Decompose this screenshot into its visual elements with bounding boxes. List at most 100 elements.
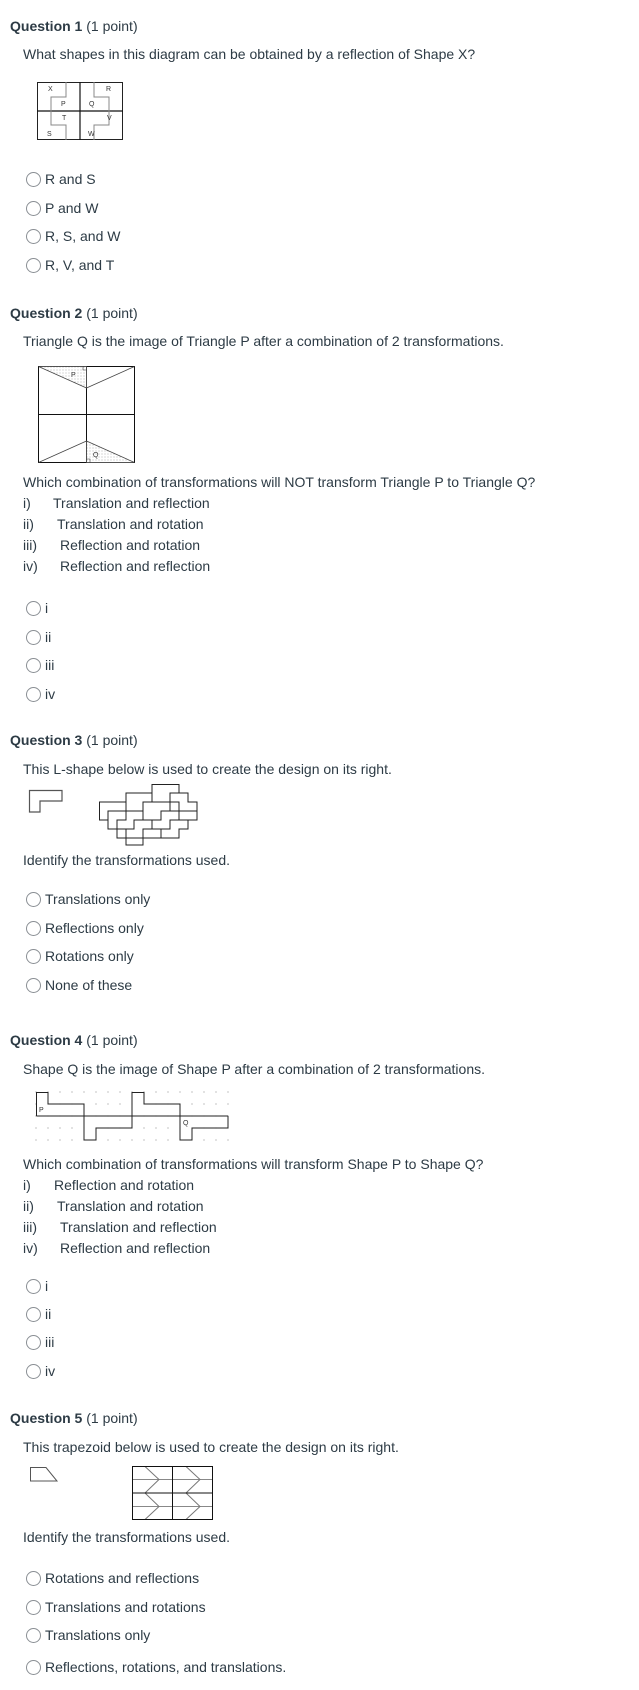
answer-option[interactable]: Reflections only	[26, 918, 144, 938]
choice-text: Translation and rotation	[57, 1198, 204, 1214]
question-title: Question 4 (1 point)	[10, 1032, 138, 1048]
radio-button[interactable]	[26, 1334, 41, 1350]
radio-button[interactable]	[26, 891, 41, 907]
question-points: (1 point)	[86, 1032, 138, 1048]
radio-button[interactable]	[26, 920, 41, 936]
grid-dot	[179, 1091, 181, 1093]
choice-number: iii)	[23, 537, 37, 553]
choice-number: ii)	[23, 516, 34, 532]
answer-option[interactable]: i	[26, 1276, 48, 1296]
question-points: (1 point)	[86, 305, 138, 321]
answer-option[interactable]: i	[26, 598, 48, 618]
answer-option[interactable]: Rotations and reflections	[26, 1568, 199, 1588]
grid-dot	[215, 1139, 217, 1141]
radio-button[interactable]	[26, 257, 41, 273]
radio-button[interactable]	[26, 1599, 41, 1615]
grid-dot	[107, 1139, 109, 1141]
grid-dot	[119, 1091, 121, 1093]
radio-button[interactable]	[26, 1363, 41, 1379]
radio-button[interactable]	[26, 1570, 41, 1586]
question-title: Question 2 (1 point)	[10, 305, 138, 321]
grid-dot	[47, 1127, 49, 1129]
option-label: Translations only	[45, 891, 151, 907]
answer-option[interactable]: Translations and rotations	[26, 1597, 206, 1617]
grid-dot	[71, 1127, 73, 1129]
choice-number: iv)	[23, 1240, 38, 1256]
trapezoid-figure	[30, 1467, 59, 1482]
choice-text: Reflection and rotation	[60, 537, 201, 553]
grid-dot	[155, 1139, 157, 1141]
answer-option[interactable]: Translations only	[26, 1625, 150, 1645]
question-number: Question 4	[10, 1032, 83, 1048]
answer-option[interactable]: R, V, and T	[26, 255, 114, 275]
shape-label-q: Q	[183, 1120, 189, 1127]
radio-button[interactable]	[26, 1306, 41, 1322]
grid-dot	[59, 1127, 61, 1129]
radio-button[interactable]	[26, 629, 41, 645]
radio-button[interactable]	[26, 948, 41, 964]
answer-option[interactable]: Rotations only	[26, 946, 134, 966]
answer-option[interactable]: ii	[26, 627, 51, 647]
option-label: R, V, and T	[45, 257, 115, 273]
answer-option[interactable]: Reflections, rotations, and translations…	[26, 1657, 286, 1677]
answer-option[interactable]: Translations only	[26, 889, 150, 909]
answer-option[interactable]: iv	[26, 1361, 55, 1381]
question-number: Question 3	[10, 732, 83, 748]
radio-button[interactable]	[26, 977, 41, 993]
grid-dot	[203, 1091, 205, 1093]
answer-option[interactable]: R, S, and W	[26, 226, 120, 246]
choice-number: i)	[23, 495, 31, 511]
option-label: R, S, and W	[45, 228, 121, 244]
radio-button[interactable]	[26, 1659, 41, 1675]
radio-button[interactable]	[26, 171, 41, 187]
radio-button[interactable]	[26, 600, 41, 616]
grid-dot	[95, 1091, 97, 1093]
answer-option[interactable]: P and W	[26, 198, 98, 218]
grid-dot	[167, 1139, 169, 1141]
grid-dot	[227, 1091, 229, 1093]
option-label: Rotations and reflections	[45, 1570, 200, 1586]
grid-dot	[143, 1139, 145, 1141]
question-prompt: What shapes in this diagram can be obtai…	[23, 46, 476, 62]
question-text: Which combination of transformations wil…	[23, 1156, 484, 1172]
shape-label-w: W	[88, 131, 95, 138]
choice-text: Translation and rotation	[57, 516, 204, 532]
l-shape-tessellation-figure	[99, 784, 198, 846]
radio-button[interactable]	[26, 1627, 41, 1643]
grid-dot	[71, 1139, 73, 1141]
option-label: Rotations only	[45, 948, 134, 964]
grid-dot	[59, 1091, 61, 1093]
radio-button[interactable]	[26, 228, 41, 244]
radio-button[interactable]	[26, 1278, 41, 1294]
answer-option[interactable]: iv	[26, 684, 55, 704]
answer-option[interactable]: iii	[26, 655, 54, 675]
answer-option[interactable]: ii	[26, 1304, 51, 1324]
option-label: iii	[45, 657, 55, 673]
shape-grid-figure: X P R Q T V S W	[37, 82, 123, 140]
triangle-label-q: Q	[93, 452, 99, 459]
radio-button[interactable]	[26, 686, 41, 702]
radio-button[interactable]	[26, 200, 41, 216]
grid-dot	[203, 1103, 205, 1105]
answer-option[interactable]: R and S	[26, 169, 96, 189]
choice-text: Reflection and reflection	[60, 1240, 211, 1256]
shape-label-x: X	[48, 86, 53, 93]
question-text: Which combination of transformations wil…	[23, 474, 536, 490]
choice-item: ii) Translation and rotation	[23, 1198, 204, 1214]
option-label: iii	[45, 1334, 55, 1350]
answer-option[interactable]: iii	[26, 1332, 54, 1352]
radio-button[interactable]	[26, 657, 41, 673]
grid-dot	[143, 1127, 145, 1129]
shape-label-t: T	[62, 115, 67, 122]
option-label: iv	[45, 1363, 56, 1379]
triangle-figure: P Q	[38, 366, 135, 463]
question-prompt: This L-shape below is used to create the…	[23, 761, 392, 777]
choice-number: iv)	[23, 558, 38, 574]
trapezoid-tessellation-figure	[132, 1466, 213, 1520]
answer-option[interactable]: None of these	[26, 975, 132, 995]
question-prompt: Triangle Q is the image of Triangle P af…	[23, 333, 504, 349]
grid-dot	[119, 1103, 121, 1105]
grid-dot	[119, 1139, 121, 1141]
grid-dot	[71, 1091, 73, 1093]
grid-dot	[47, 1139, 49, 1141]
